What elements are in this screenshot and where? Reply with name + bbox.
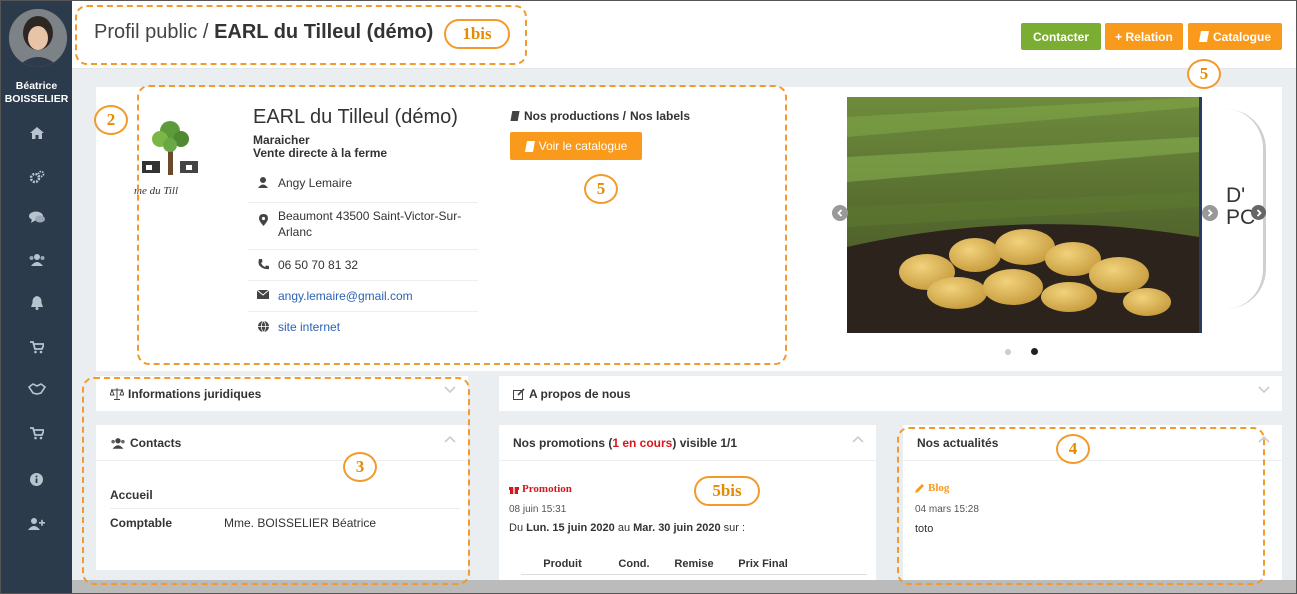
cart-plus-icon[interactable] <box>1 421 72 445</box>
annotation-box-2 <box>137 85 787 365</box>
catalogue-button[interactable]: Catalogue <box>1188 23 1282 50</box>
carousel-dot-2[interactable] <box>1031 348 1038 355</box>
annotation-text: 4 <box>1068 439 1078 458</box>
edit-icon <box>513 387 525 400</box>
about-panel-header[interactable]: A propos de nous <box>499 376 1282 412</box>
user-name: Béatrice BOISSELIER <box>1 80 72 106</box>
annotation-text: 5bis <box>712 481 742 500</box>
avatar[interactable] <box>9 9 67 67</box>
promotion-date: 08 juin 15:31 <box>509 504 567 515</box>
app-window: Béatrice BOISSELIER Profil public / EARL… <box>0 0 1297 594</box>
handshake-icon[interactable] <box>1 377 72 401</box>
promotions-count: 1 en cours <box>612 435 673 450</box>
users-icon[interactable] <box>1 247 72 271</box>
bell-icon[interactable] <box>1 291 72 315</box>
chevron-right-icon <box>1207 209 1213 217</box>
annotation-text: 5 <box>1199 64 1209 83</box>
annotation-label-1bis: 1bis <box>444 19 510 49</box>
annotation-label-2: 2 <box>94 105 128 135</box>
promotion-period-suffix: sur : <box>720 522 746 534</box>
user-last-name: BOISSELIER <box>4 93 69 105</box>
chevron-right-icon <box>1256 208 1262 217</box>
annotation-text: 2 <box>106 110 116 129</box>
promotion-period: Du Lun. 15 juin 2020 au Mar. 30 juin 202… <box>509 522 745 534</box>
promotions-title-start: Nos promotions ( <box>513 435 613 450</box>
relation-button-label: + Relation <box>1115 29 1173 44</box>
annotation-box-3 <box>82 377 470 585</box>
promotion-period-prefix: Du <box>509 522 527 534</box>
promotions-title-end: ) visible 1/1 <box>672 435 738 450</box>
column-product: Produit <box>543 557 582 570</box>
annotation-label-4: 4 <box>1056 434 1090 464</box>
chevron-down-icon <box>1258 386 1270 394</box>
user-first-name: Béatrice <box>15 80 58 92</box>
column-final-price: Prix Final <box>738 557 788 570</box>
carousel-image <box>847 97 1199 333</box>
annotation-label-3: 3 <box>343 452 377 482</box>
column-discount: Remise <box>674 557 714 570</box>
cart-icon[interactable] <box>1 335 72 359</box>
about-panel-title: A propos de nous <box>529 386 631 401</box>
promotion-period-end: Mar. 30 juin 2020 <box>633 522 721 534</box>
book-icon <box>1198 31 1209 42</box>
sidebar: Béatrice BOISSELIER <box>1 1 72 593</box>
relation-button[interactable]: + Relation <box>1105 23 1183 50</box>
promotions-panel-header[interactable]: Nos promotions (1 en cours) visible 1/1 <box>499 425 876 461</box>
comments-icon[interactable] <box>1 205 72 229</box>
promotion-tag: Promotion <box>509 483 572 495</box>
chevron-left-icon <box>837 209 843 217</box>
promotions-panel-title: Nos promotions (1 en cours) visible 1/1 <box>513 436 737 450</box>
annotation-label-5bis: 5bis <box>694 476 760 506</box>
carousel-next-button[interactable] <box>1202 205 1218 221</box>
promotion-period-mid: au <box>614 522 634 534</box>
annotation-text: 1bis <box>462 24 492 43</box>
promotion-tag-label: Promotion <box>522 483 572 495</box>
annotation-text: 5 <box>596 179 606 198</box>
promotions-panel: Nos promotions (1 en cours) visible 1/1 … <box>499 425 876 593</box>
contact-button-label: Contacter <box>1032 29 1089 44</box>
carousel-next-button-2[interactable] <box>1251 205 1266 220</box>
home-icon[interactable] <box>1 121 72 145</box>
column-conditioning: Cond. <box>618 557 650 570</box>
contact-button[interactable]: Contacter <box>1021 23 1101 50</box>
info-icon[interactable] <box>1 467 72 491</box>
chevron-up-icon <box>852 435 864 443</box>
annotation-text: 3 <box>355 457 365 476</box>
promotion-table-header: Produit Cond. Remise Prix Final <box>521 553 867 575</box>
catalogue-button-label: Catalogue <box>1212 29 1271 44</box>
annotation-label-5a: 5 <box>584 174 618 204</box>
user-plus-icon[interactable] <box>1 511 72 535</box>
gift-icon <box>509 487 519 494</box>
cogs-icon[interactable] <box>1 165 72 189</box>
about-panel[interactable]: A propos de nous <box>499 376 1282 412</box>
carousel-prev-button[interactable] <box>832 205 848 221</box>
annotation-label-5b: 5 <box>1187 59 1221 89</box>
carousel-dot-1[interactable] <box>1005 349 1011 355</box>
promotion-period-start: Lun. 15 juin 2020 <box>526 522 615 534</box>
